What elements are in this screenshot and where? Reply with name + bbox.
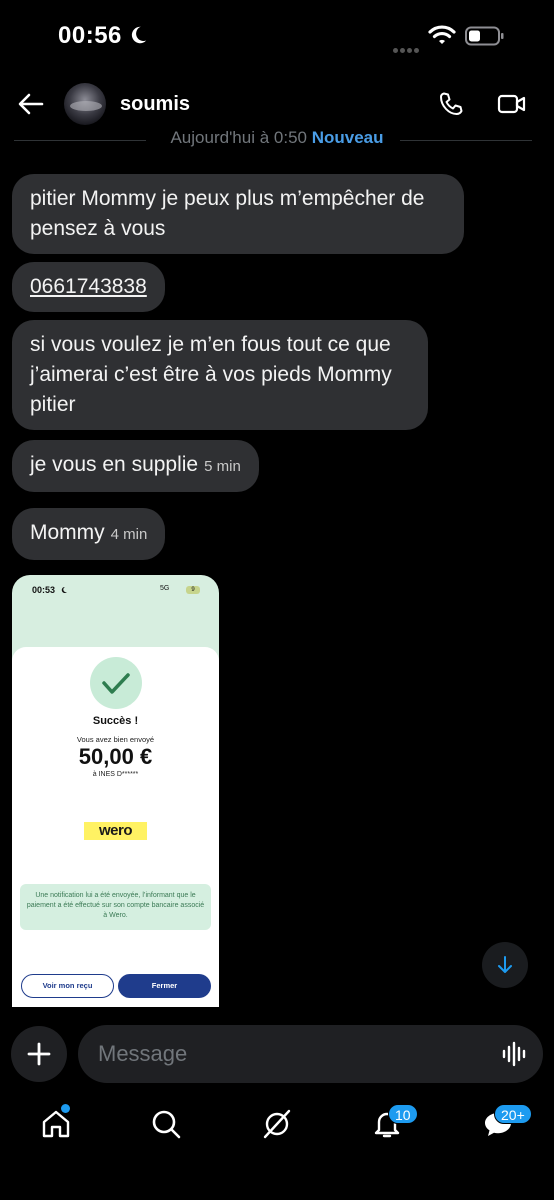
message-bubble[interactable]: 0661743838	[12, 262, 165, 312]
date-divider-text: Aujourd'hui à 0:50	[170, 128, 307, 147]
message-input[interactable]	[78, 1025, 543, 1083]
voice-message-icon[interactable]	[501, 1041, 529, 1067]
contact-avatar[interactable]	[64, 83, 106, 125]
message-timestamp: 5 min	[204, 458, 241, 475]
cellular-signal-icon	[393, 40, 421, 58]
payment-success-card: Succès ! Vous avez bien envoyé 50,00 € à…	[12, 647, 219, 1007]
contact-name[interactable]: soumis	[120, 93, 190, 116]
messages-badge: 20+	[494, 1104, 532, 1124]
attachment-battery: 9	[186, 586, 200, 594]
status-time: 00:56	[58, 22, 122, 49]
message-text: pitier Mommy je peux plus m’empêcher de …	[30, 187, 425, 240]
message-text: si vous voulez je m’en fous tout ce que …	[30, 333, 392, 416]
success-check-icon	[90, 657, 142, 709]
notification-info: Une notification lui a été envoyée, l’in…	[20, 884, 211, 930]
image-attachment[interactable]: 00:53 5G 9 Succès ! Vous avez bien envoy…	[12, 575, 219, 1007]
new-messages-label: Nouveau	[311, 128, 384, 147]
status-bar: 00:56	[0, 0, 554, 76]
home-unread-dot	[61, 1104, 70, 1113]
wifi-icon	[428, 25, 456, 44]
sent-subtitle: Vous avez bien envoyé	[76, 735, 155, 744]
notifications-badge: 10	[388, 1104, 418, 1124]
chat-header: soumis	[0, 76, 554, 136]
phone-call-icon[interactable]	[438, 91, 464, 117]
phone-number-link[interactable]: 0661743838	[30, 275, 147, 298]
message-bubble[interactable]: pitier Mommy je peux plus m’empêcher de …	[12, 174, 464, 254]
attachment-status-time: 00:53	[32, 585, 56, 595]
message-bubble[interactable]: si vous voulez je m’en fous tout ce que …	[12, 320, 428, 430]
success-title: Succès !	[92, 715, 139, 727]
arrow-down-icon	[498, 956, 512, 973]
close-button: Fermer	[118, 974, 211, 998]
plus-icon	[27, 1042, 51, 1066]
back-arrow-icon[interactable]	[18, 91, 44, 117]
search-icon[interactable]	[150, 1108, 182, 1140]
message-bubble[interactable]: Mommy 4 min	[12, 508, 166, 560]
payment-amount: 50,00 €	[78, 744, 153, 769]
wero-logo: wero	[84, 822, 147, 840]
home-icon[interactable]	[40, 1108, 72, 1140]
add-attachment-button[interactable]	[11, 1026, 67, 1082]
view-receipt-button: Voir mon reçu	[21, 974, 114, 998]
video-call-icon[interactable]	[497, 92, 527, 116]
moon-icon	[61, 586, 67, 593]
message-text: je vous en supplie	[30, 453, 199, 476]
message-timestamp: 4 min	[110, 526, 148, 543]
battery-icon	[465, 26, 504, 46]
grok-icon[interactable]	[261, 1108, 293, 1140]
scroll-to-bottom-button[interactable]	[482, 942, 528, 988]
message-bubble[interactable]: je vous en supplie 5 min	[12, 440, 259, 492]
message-text: Mommy	[30, 521, 105, 544]
moon-icon	[131, 26, 147, 44]
attachment-network: 5G	[160, 585, 170, 592]
payment-recipient: à INES D******	[92, 771, 139, 778]
date-divider: Aujourd'hui à 0:50 Nouveau	[0, 128, 554, 152]
